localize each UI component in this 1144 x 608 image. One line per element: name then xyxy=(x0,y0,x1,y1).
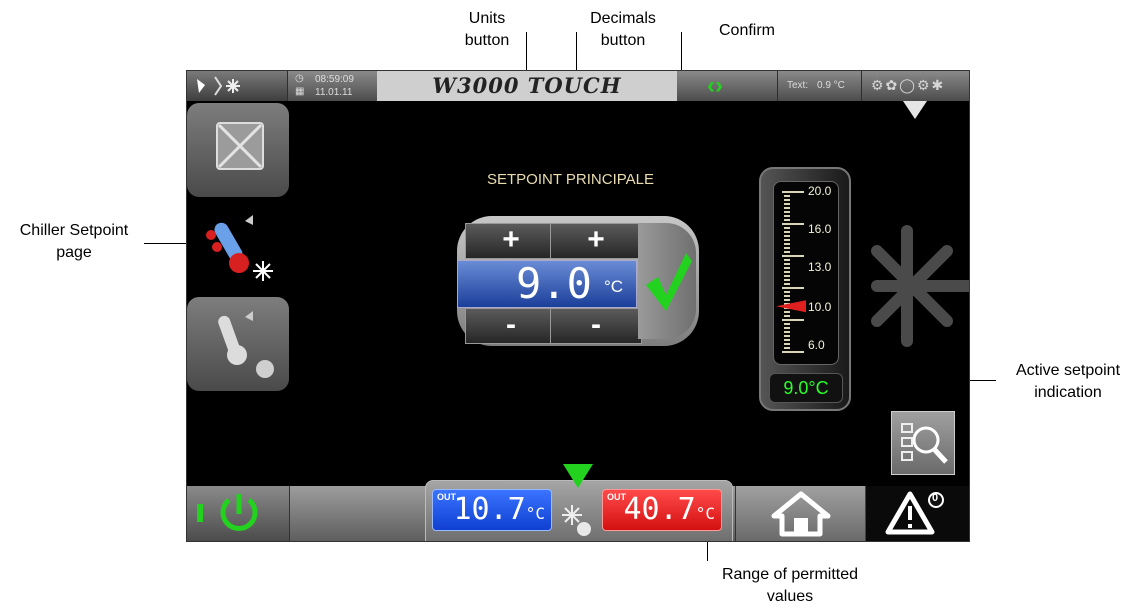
setpoint-range-gauge: 20.0 16.0 13.0 10.0 6.0 9.0°C xyxy=(759,167,851,411)
callout-units-button: Units button xyxy=(447,8,527,52)
chiller-mode-icon xyxy=(562,505,591,536)
text-temp-label: Text: xyxy=(787,80,809,91)
home-button[interactable] xyxy=(735,486,866,541)
sidebar-item-close[interactable] xyxy=(187,103,289,197)
callout-confirm: Confirm xyxy=(702,20,792,42)
out-water-temp-hot: OUT 40.7°C xyxy=(602,489,722,531)
clock-time: 08:59:09 xyxy=(315,74,354,85)
units-minus-button[interactable]: - xyxy=(465,308,557,344)
dropdown-indicator-icon[interactable] xyxy=(903,101,927,119)
snowflake-decor-icon xyxy=(871,225,969,347)
sidebar-item-heat-setpoint[interactable] xyxy=(187,297,289,391)
nav-arrows[interactable]: ‹› xyxy=(677,71,778,101)
callout-chiller-text: Chiller Setpoint page xyxy=(19,222,129,261)
active-page-indicator-icon xyxy=(563,464,593,488)
alarm-button[interactable]: 0 xyxy=(865,486,969,541)
alarm-count: 0 xyxy=(932,492,939,504)
setpoint-title: SETPOINT PRINCIPALE xyxy=(487,171,654,188)
clock-icon: ◷ xyxy=(295,73,304,84)
setpoint-value-display: 9.0 °C xyxy=(457,259,637,308)
out-cold-number: 10.7 xyxy=(453,492,526,527)
nav-arrows-icon: ‹› xyxy=(707,72,723,99)
alarm-warning-icon xyxy=(885,491,944,535)
out-cold-value: 10.7°C xyxy=(453,492,545,527)
power-icon xyxy=(197,494,258,531)
out-hot-unit: °C xyxy=(695,504,715,523)
text-temp-panel: Text: 0.9 °C xyxy=(777,71,862,101)
status-icons: ⚙✿◯⚙✱ xyxy=(871,77,946,93)
out-hot-number: 40.7 xyxy=(623,492,696,527)
setpoint-value: 9.0 xyxy=(516,259,592,308)
fan-snowflake-icon xyxy=(197,76,240,96)
callout-range: Range of permitted values xyxy=(700,564,880,608)
confirm-button[interactable] xyxy=(638,223,696,339)
out-cold-unit: °C xyxy=(525,504,545,523)
brand-title: W3000 TOUCH xyxy=(377,71,677,101)
callout-units-text: Units button xyxy=(464,10,510,49)
decimals-plus-button[interactable]: + xyxy=(550,223,642,259)
heat-setpoint-icon xyxy=(218,311,274,378)
device-screen: ◷ 08:59:09 ▦ 11.01.11 W3000 TOUCH ‹› Tex… xyxy=(186,70,970,542)
callout-confirm-text: Confirm xyxy=(718,22,775,39)
out-water-temp-cold: OUT 10.7°C xyxy=(432,489,552,531)
callout-decimals-button: Decimals button xyxy=(576,8,670,52)
sidebar-item-chiller-setpoint[interactable] xyxy=(187,201,289,295)
callout-active-text: Active setpoint indication xyxy=(1015,362,1121,401)
status-icons-panel[interactable]: ⚙✿◯⚙✱ xyxy=(861,71,969,101)
gauge-ticks xyxy=(776,191,806,353)
gauge-pointer-icon xyxy=(776,300,806,313)
search-icon xyxy=(901,423,948,464)
active-setpoint-readout: 9.0°C xyxy=(769,373,843,403)
text-temp-value: 0.9 °C xyxy=(817,80,845,91)
decimals-minus-button[interactable]: - xyxy=(550,308,642,344)
calendar-icon: ▦ xyxy=(295,86,305,97)
units-plus-button[interactable]: + xyxy=(465,223,557,259)
home-icon xyxy=(771,491,831,537)
setpoint-unit: °C xyxy=(604,277,624,296)
out-panel: OUT 10.7°C OUT 40.7°C xyxy=(425,480,733,541)
callout-active-setpoint: Active setpoint indication xyxy=(1000,360,1136,404)
clock-date: 11.01.11 xyxy=(315,87,353,98)
callout-chiller-setpoint-page: Chiller Setpoint page xyxy=(4,220,144,264)
search-list-button[interactable] xyxy=(891,411,955,475)
out-hot-value: 40.7°C xyxy=(623,492,715,527)
callout-decimals-text: Decimals button xyxy=(590,10,656,49)
power-button[interactable] xyxy=(187,486,290,541)
close-icon xyxy=(216,122,264,170)
top-bar: ◷ 08:59:09 ▦ 11.01.11 W3000 TOUCH ‹› Tex… xyxy=(187,71,969,101)
chiller-setpoint-icon xyxy=(206,215,273,281)
clock-panel: ◷ 08:59:09 ▦ 11.01.11 xyxy=(287,71,378,101)
gauge-scale: 20.0 16.0 13.0 10.0 6.0 xyxy=(773,181,839,365)
checkmark-icon xyxy=(646,253,692,311)
mode-indicator[interactable] xyxy=(187,71,288,101)
callout-range-text: Range of permitted values xyxy=(721,566,859,605)
bottom-bar: OUT 10.7°C OUT 40.7°C 0 xyxy=(187,464,969,541)
